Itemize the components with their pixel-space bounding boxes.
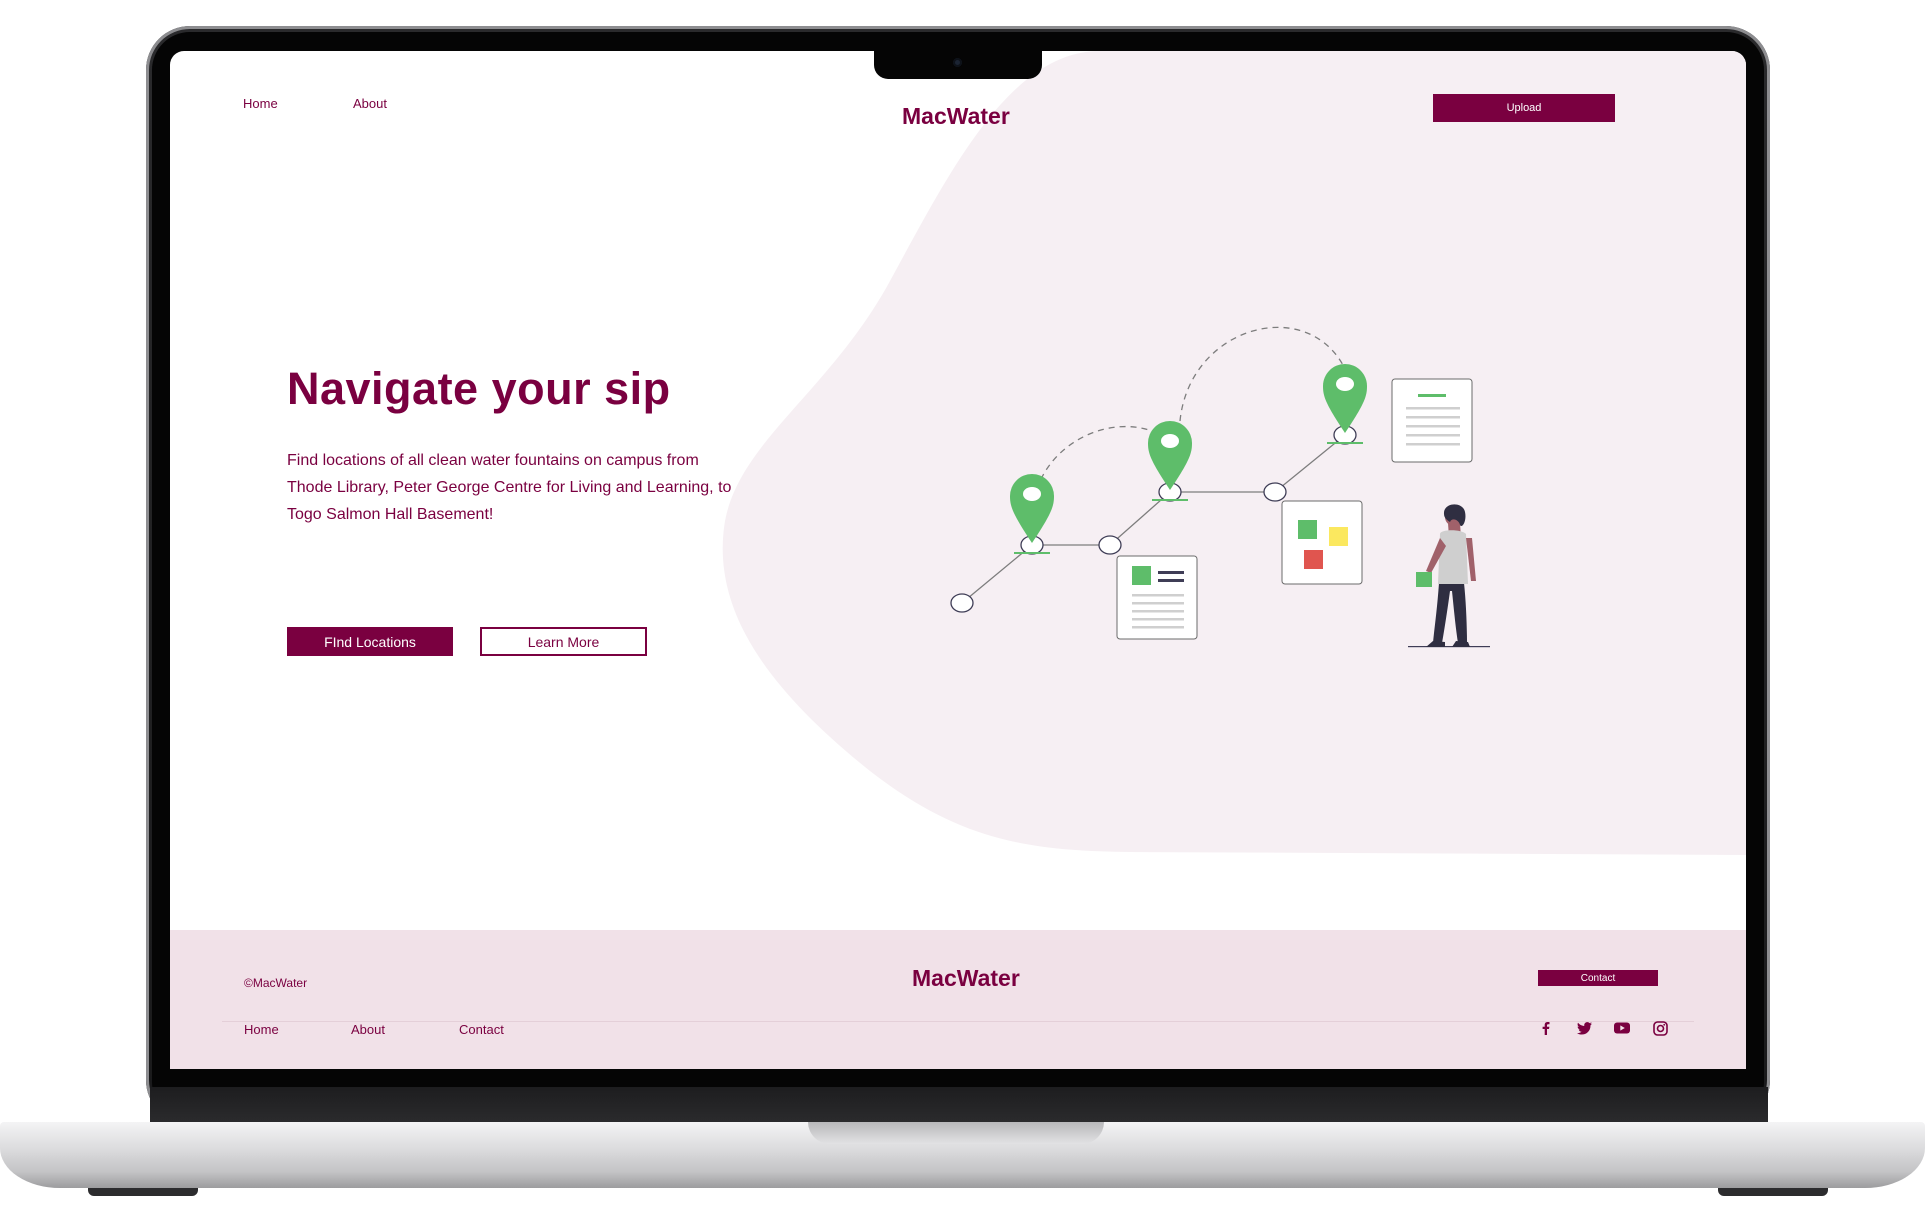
header-brand-logo[interactable]: MacWater xyxy=(902,103,1010,130)
laptop-open-groove xyxy=(808,1122,1104,1144)
laptop-chin xyxy=(150,1087,1768,1124)
map-pin-icon xyxy=(1010,474,1054,554)
page-footer: ©MacWater MacWater Contact Home About Co… xyxy=(170,930,1746,1069)
upload-button[interactable]: Upload xyxy=(1433,94,1615,122)
hero-title: Navigate your sip xyxy=(287,363,671,414)
browser-screen: Home About MacWater Upload Navigate your… xyxy=(170,51,1746,1069)
footer-home-link[interactable]: Home xyxy=(244,1022,279,1037)
footer-contact-link[interactable]: Contact xyxy=(459,1022,504,1037)
footer-contact-button[interactable]: Contact xyxy=(1538,970,1658,986)
camera-icon xyxy=(953,58,962,67)
laptop-foot-right xyxy=(1718,1188,1828,1196)
hero-description: Find locations of all clean water founta… xyxy=(287,452,732,523)
find-locations-button[interactable]: FInd Locations xyxy=(287,627,453,656)
person-figure-icon xyxy=(1408,504,1490,648)
facebook-icon[interactable] xyxy=(1534,1016,1558,1040)
footer-about-link[interactable]: About xyxy=(351,1022,385,1037)
nav-home-link[interactable]: Home xyxy=(243,96,278,111)
footer-divider xyxy=(222,1021,1694,1022)
youtube-icon[interactable] xyxy=(1610,1016,1634,1040)
footer-brand-logo[interactable]: MacWater xyxy=(912,965,1020,992)
footer-copyright: ©MacWater xyxy=(244,976,308,990)
route-map-illustration xyxy=(950,326,1490,648)
map-pin-icon xyxy=(1148,421,1192,501)
nav-about-link[interactable]: About xyxy=(353,96,387,111)
sticky-notes-board-icon xyxy=(1281,500,1363,585)
document-card-icon xyxy=(1391,378,1473,463)
laptop-foot-left xyxy=(88,1188,198,1196)
twitter-icon[interactable] xyxy=(1572,1016,1596,1040)
map-pin-icon xyxy=(1323,364,1367,444)
learn-more-button[interactable]: Learn More xyxy=(480,627,647,656)
camera-notch xyxy=(874,51,1042,79)
instagram-icon[interactable] xyxy=(1648,1016,1672,1040)
document-card-icon xyxy=(1116,555,1198,640)
